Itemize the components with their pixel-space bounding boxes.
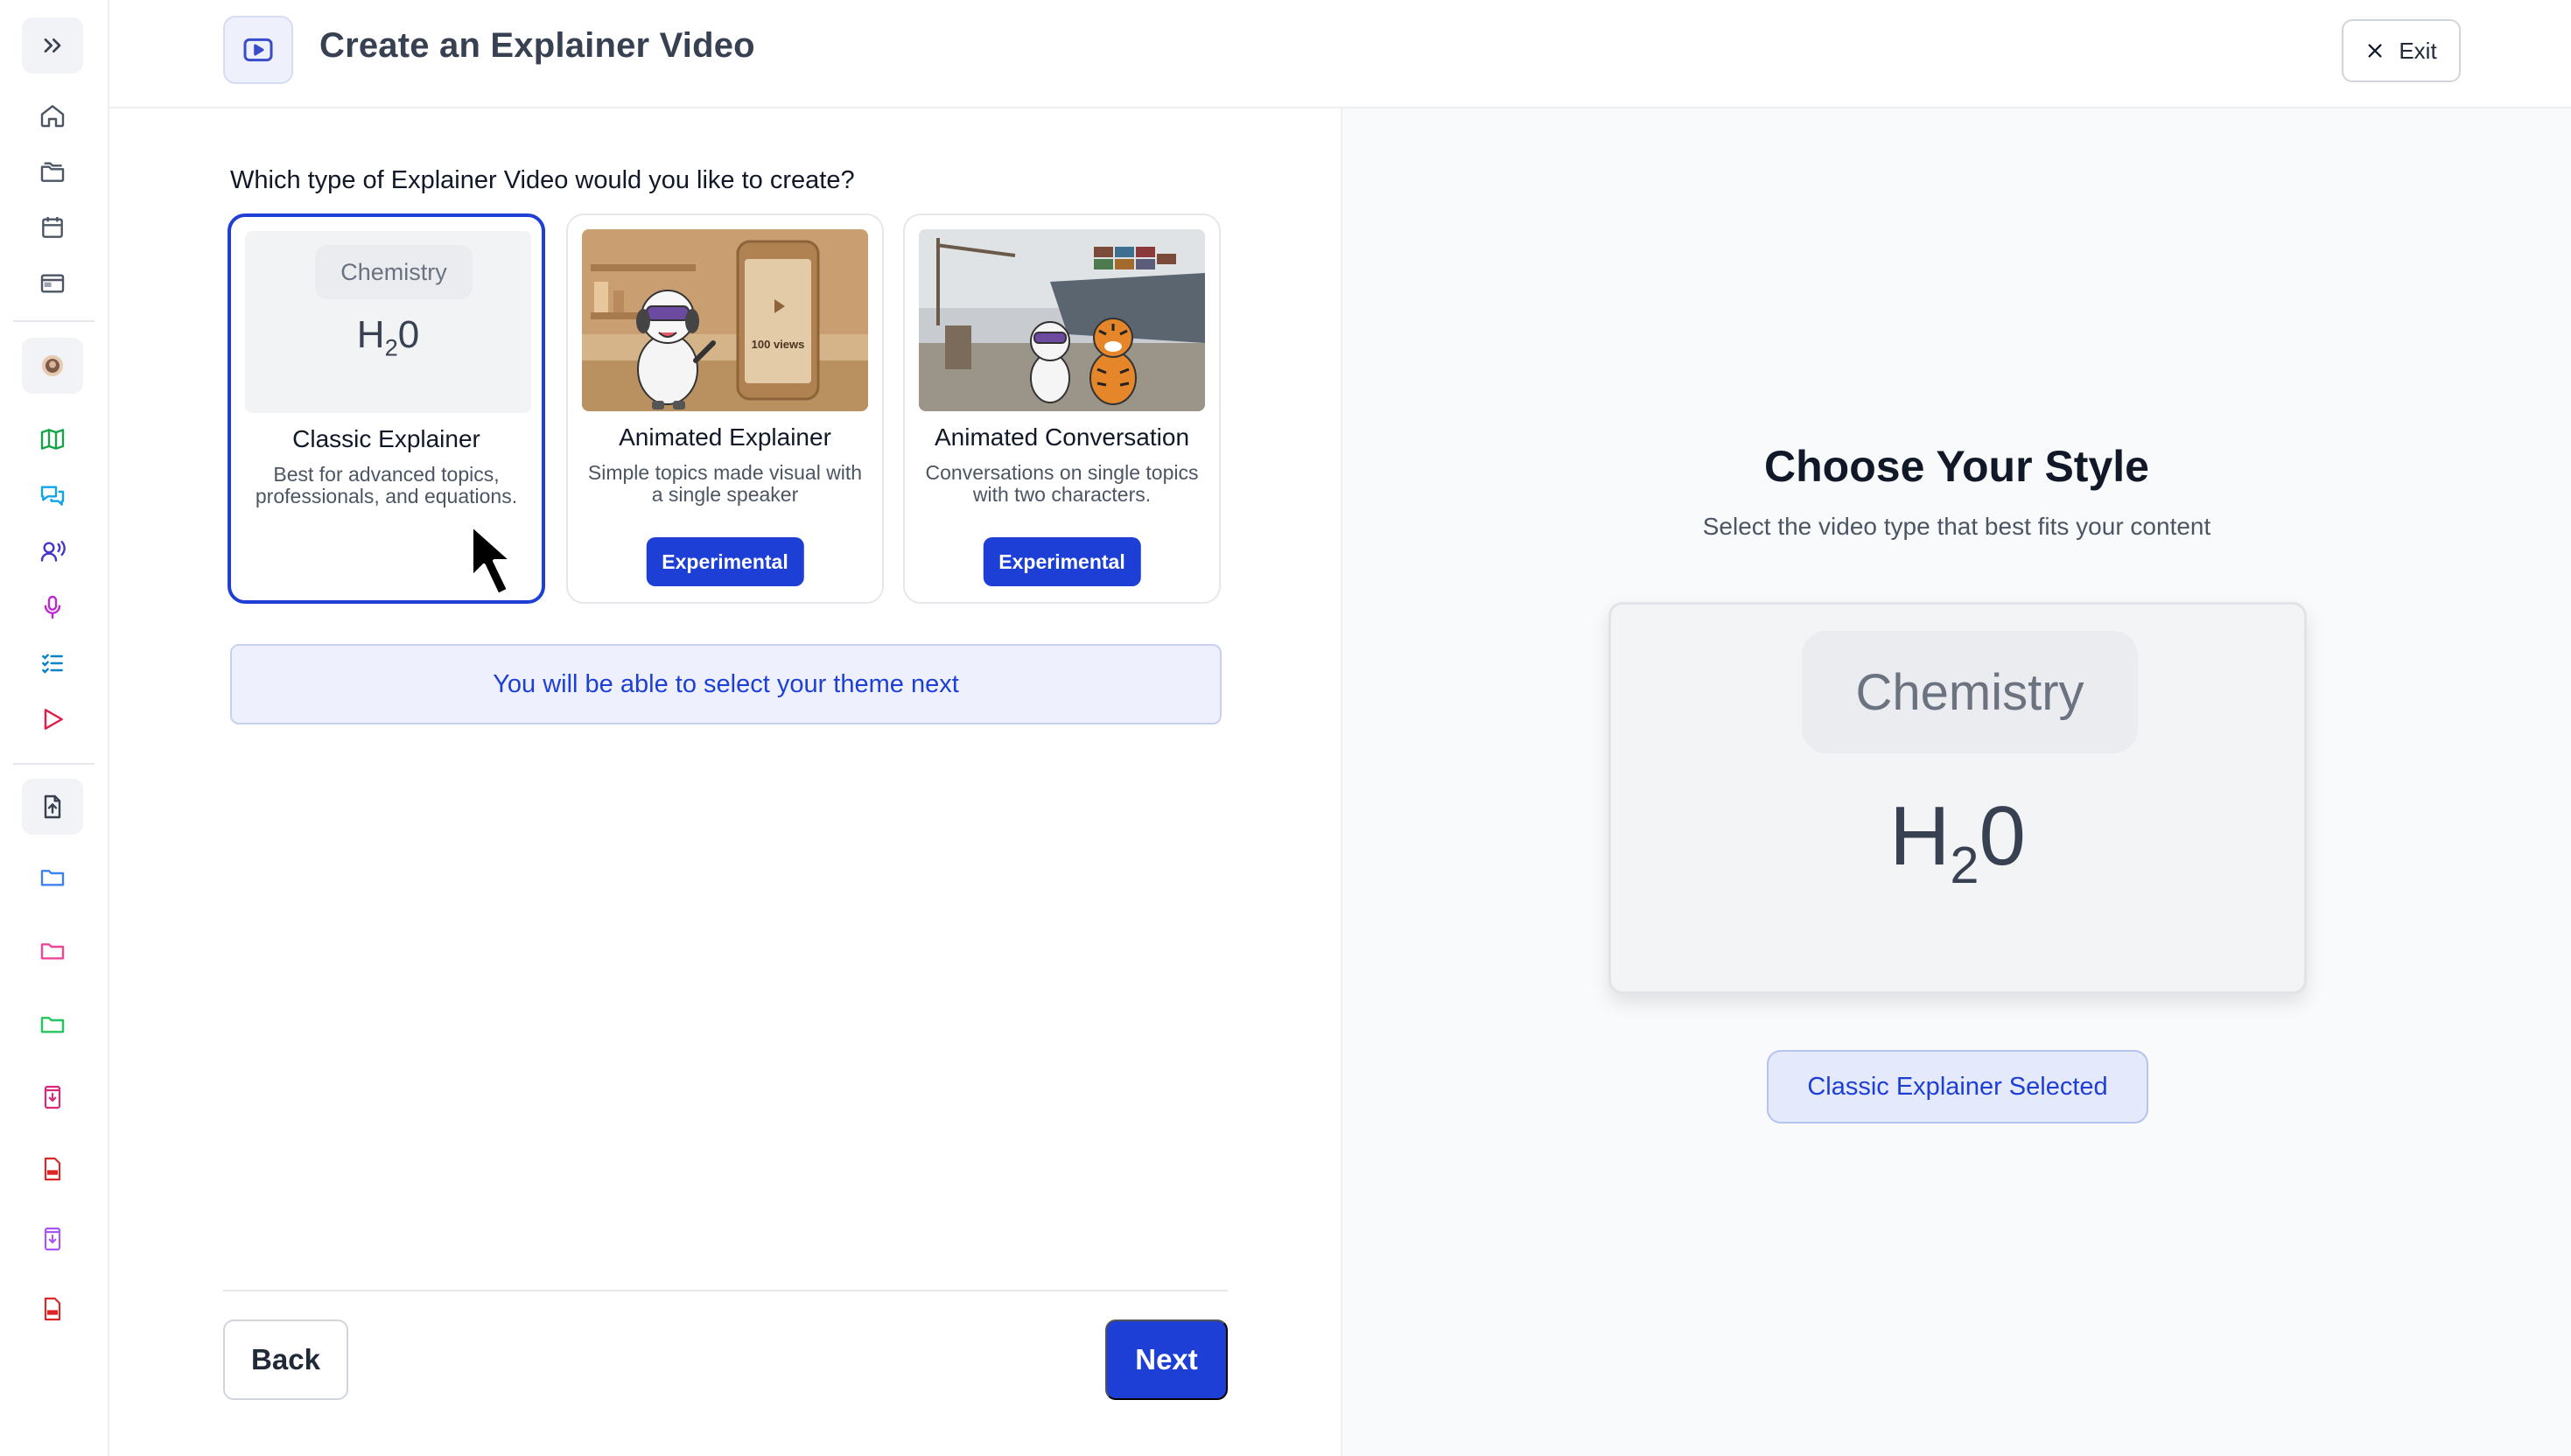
classic-explainer-thumbnail: Chemistry H20: [245, 231, 531, 413]
thumb-subject-label: Chemistry: [315, 245, 473, 299]
experimental-badge: Experimental: [646, 537, 804, 586]
animated-conversation-thumbnail: [919, 229, 1205, 411]
sidebar-item-speaker[interactable]: [22, 523, 83, 579]
card-description: Simple topics made visual with a single …: [587, 461, 863, 506]
sidebar-item-microphone[interactable]: [22, 579, 83, 635]
sidebar-item-file-download-2[interactable]: [22, 1211, 83, 1267]
card-animated-conversation[interactable]: Animated Conversation Conversations on s…: [903, 214, 1221, 604]
preview-title: Choose Your Style: [1764, 442, 2149, 491]
sidebar-item-folder-pink[interactable]: [22, 922, 83, 978]
experimental-badge: Experimental: [983, 537, 1141, 586]
chevrons-right-icon: [44, 38, 61, 52]
exit-button[interactable]: Exit: [2342, 19, 2461, 82]
preview-formula: H20: [1889, 789, 2026, 894]
home-icon: [40, 105, 65, 128]
sidebar-item-folder-green[interactable]: [22, 996, 83, 1052]
sidebar-item-chat[interactable]: [22, 467, 83, 523]
exit-label: Exit: [2399, 37, 2437, 64]
sidebar-item-checklist[interactable]: [22, 635, 83, 691]
sidebar-item-browser[interactable]: [22, 256, 83, 312]
sidebar: [0, 0, 109, 1456]
next-button[interactable]: Next: [1105, 1320, 1228, 1400]
mouse-cursor-icon: [470, 523, 514, 597]
file-download-pink-icon: [44, 1085, 61, 1110]
folders-icon: [40, 162, 65, 182]
video-type-selector: Which type of Explainer Video would you …: [109, 108, 1341, 1456]
sidebar-item-upload[interactable]: [22, 779, 83, 835]
style-preview-panel: Choose Your Style Select the video type …: [1341, 108, 2571, 1456]
pdf-file-icon: [44, 1297, 61, 1321]
selected-style-badge: Classic Explainer Selected: [1767, 1050, 2148, 1124]
speaking-person-icon: [40, 541, 66, 562]
play-icon: [44, 709, 63, 730]
avatar: [42, 355, 63, 376]
sidebar-item-calendar[interactable]: [22, 200, 83, 256]
page-header: Create an Explainer Video Exit: [109, 0, 2571, 108]
browser-window-icon: [40, 274, 65, 293]
theme-info-banner: You will be able to select your theme ne…: [230, 644, 1222, 724]
animated-explainer-thumbnail: 100 views: [582, 229, 868, 411]
card-title: Animated Explainer: [619, 424, 831, 451]
checklist-icon: [42, 654, 63, 674]
back-button[interactable]: Back: [223, 1320, 348, 1400]
expand-sidebar-button[interactable]: [22, 18, 83, 74]
preview-subtitle: Select the video type that best fits you…: [1702, 513, 2211, 540]
card-description: Best for advanced topics, professionals,…: [255, 463, 518, 508]
video-icon: [223, 16, 293, 84]
pdf-file-icon: [44, 1157, 61, 1181]
folder-blue-icon: [40, 870, 65, 886]
sidebar-item-file-download[interactable]: [22, 1069, 83, 1125]
sidebar-item-map[interactable]: [22, 411, 83, 467]
calendar-icon: [42, 217, 63, 238]
preview-subject-label: Chemistry: [1802, 631, 2138, 753]
sidebar-item-folder-blue[interactable]: [22, 849, 83, 905]
page-title: Create an Explainer Video: [319, 26, 755, 65]
footer-divider: [223, 1290, 1228, 1292]
sidebar-item-home[interactable]: [22, 88, 83, 144]
card-title: Classic Explainer: [292, 425, 480, 452]
upload-file-icon: [44, 794, 61, 819]
thumb-formula: H20: [356, 313, 420, 361]
folder-pink-icon: [40, 943, 65, 960]
sidebar-item-avatar[interactable]: [22, 338, 83, 394]
question-text: Which type of Explainer Video would you …: [230, 166, 855, 194]
sidebar-item-library[interactable]: [22, 144, 83, 200]
sidebar-item-pdf[interactable]: [22, 1141, 83, 1197]
sidebar-item-play[interactable]: [22, 691, 83, 747]
card-animated-explainer[interactable]: 100 views Animated Explainer Simple topi…: [566, 214, 884, 604]
card-title: Animated Conversation: [934, 424, 1190, 451]
file-download-purple-icon: [44, 1227, 61, 1251]
sidebar-item-pdf-2[interactable]: [22, 1281, 83, 1337]
close-icon: [2368, 44, 2382, 58]
map-icon: [40, 429, 65, 450]
chat-bubbles-icon: [40, 486, 65, 506]
sidebar-divider: [13, 320, 95, 322]
style-preview-card: Chemistry H20: [1608, 602, 2307, 994]
sidebar-divider: [13, 763, 95, 765]
card-description: Conversations on single topics with two …: [925, 461, 1199, 506]
folder-green-icon: [40, 1017, 65, 1033]
phone-view-count: 100 views: [752, 338, 805, 351]
microphone-icon: [44, 595, 61, 620]
